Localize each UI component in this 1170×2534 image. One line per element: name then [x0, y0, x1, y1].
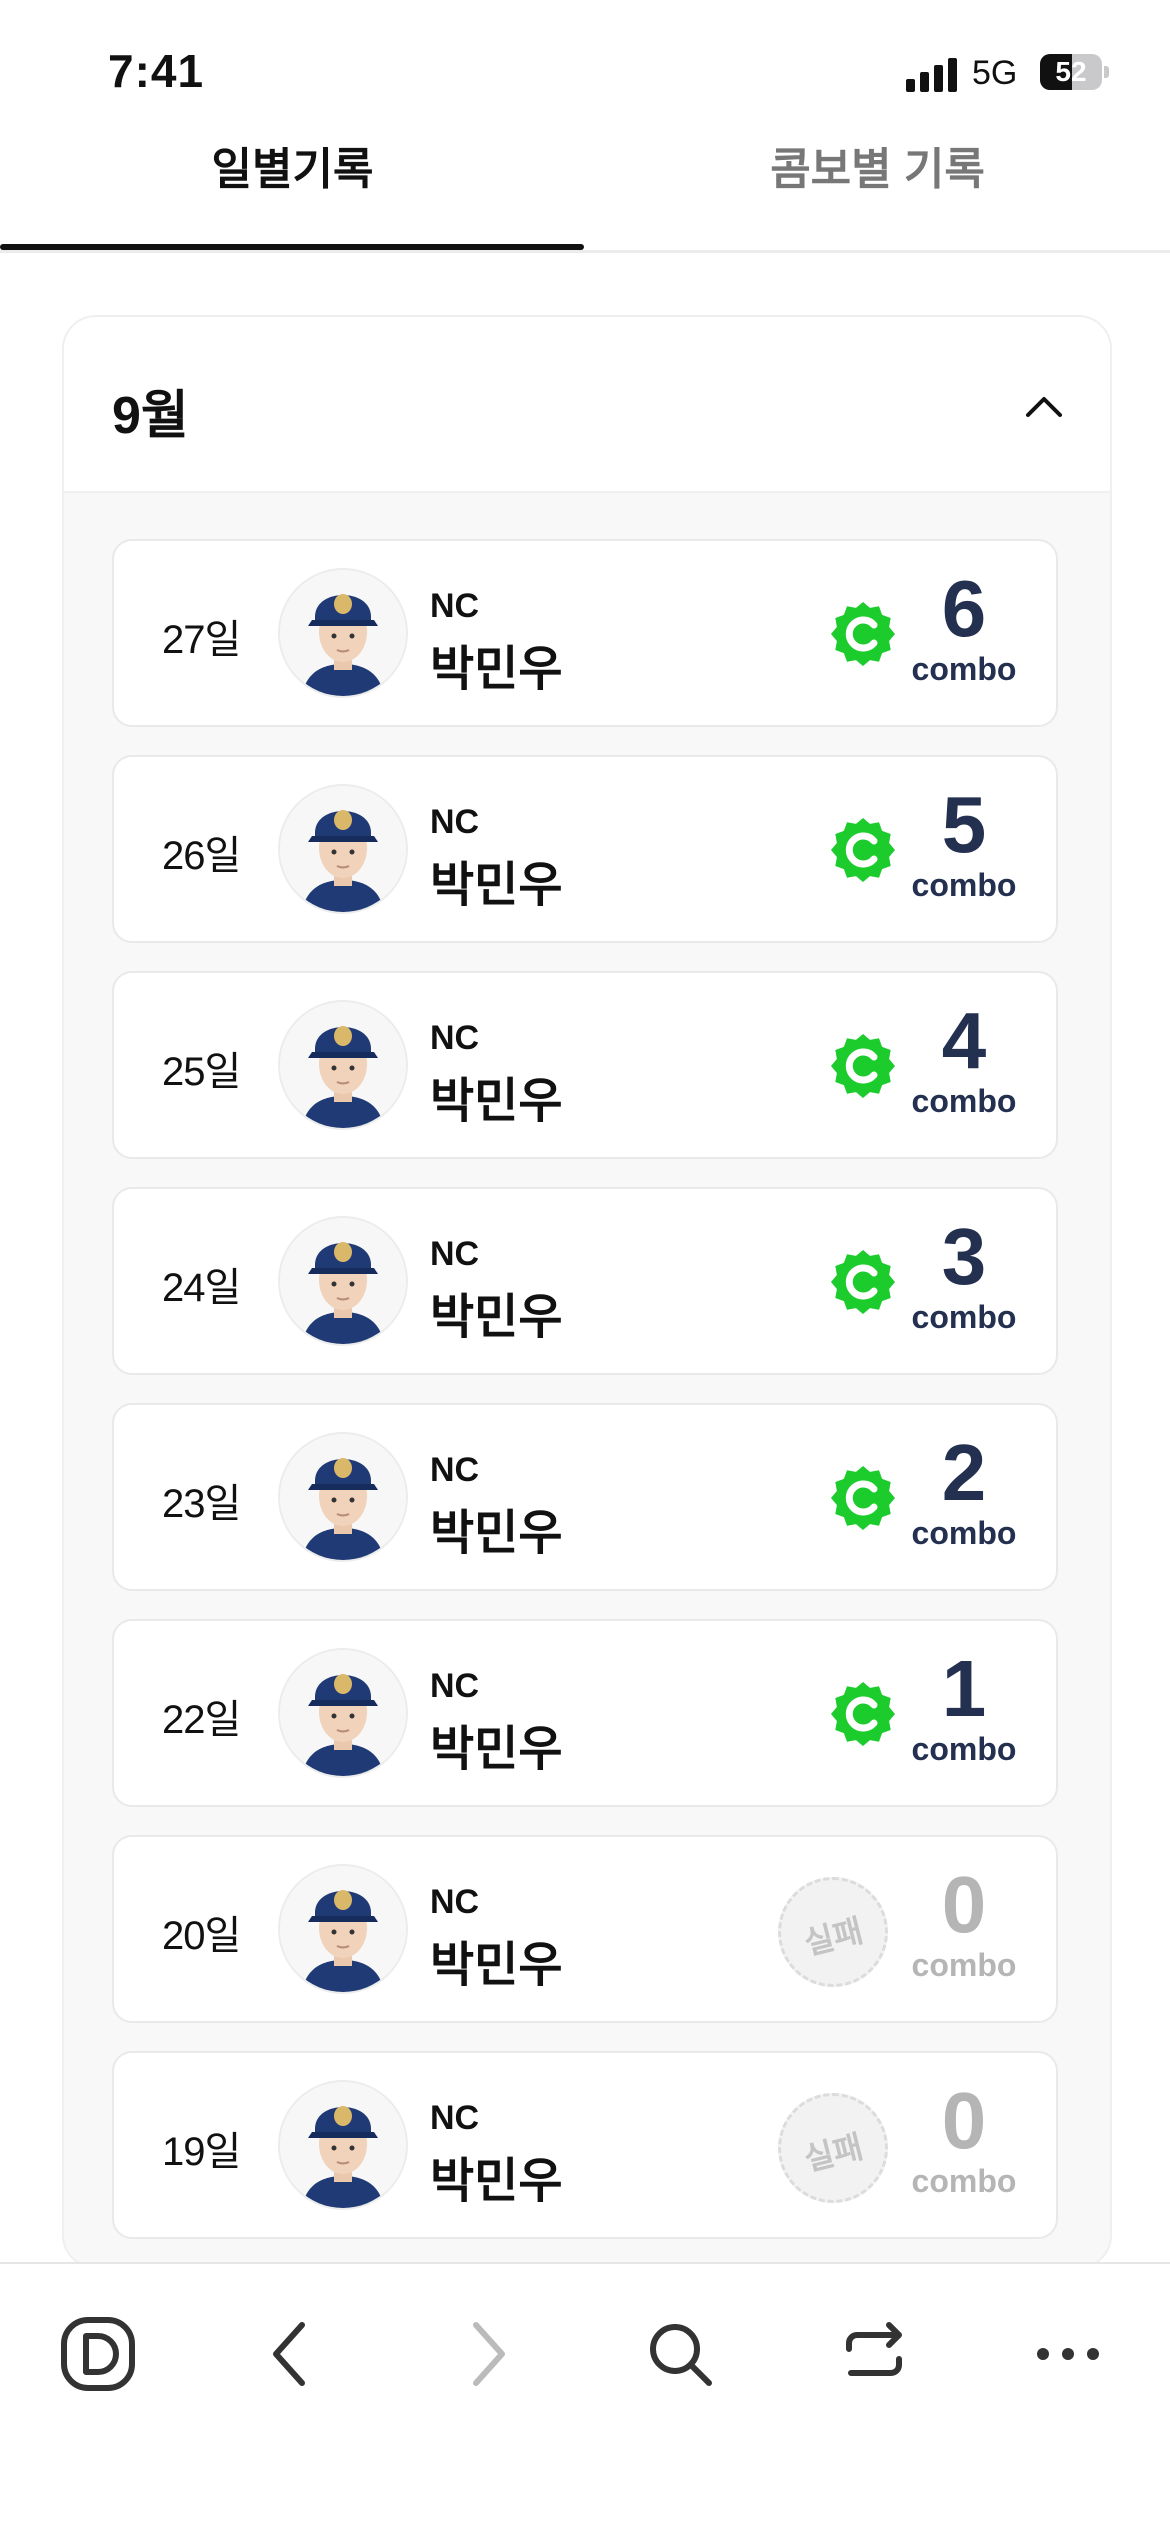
more-icon[interactable] [1018, 2304, 1118, 2404]
status-time: 7:41 [108, 45, 205, 97]
combo-count: 6 [941, 564, 987, 653]
player-name: 박민우 [430, 1507, 563, 1560]
month-title: 9월 [112, 387, 189, 445]
combo-count: 3 [941, 1212, 987, 1301]
month-header[interactable]: 9월 [64, 317, 1110, 493]
record-row[interactable]: 23일 NC 박민우 2 combo [112, 1403, 1058, 1591]
record-date: 25일 [162, 1050, 241, 1094]
player-avatar [278, 1648, 408, 1778]
combo-label: combo [911, 1083, 1017, 1119]
record-date: 20일 [162, 1914, 241, 1958]
record-row[interactable]: 25일 NC 박민우 4 combo [112, 971, 1058, 1159]
player-name: 박민우 [430, 1939, 563, 1992]
switch-icon[interactable] [824, 2304, 924, 2404]
team-name: NC [430, 1019, 480, 1057]
combo-label: combo [911, 1299, 1017, 1335]
forward-icon[interactable] [436, 2304, 536, 2404]
tab-combo-records[interactable]: 콤보별 기록 [585, 130, 1170, 250]
combo-label: combo [911, 1947, 1017, 1983]
record-date: 23일 [162, 1482, 241, 1526]
chevron-up-icon[interactable] [1014, 377, 1074, 437]
team-name: NC [430, 1451, 480, 1489]
record-date: 26일 [162, 834, 241, 878]
record-row[interactable]: 26일 NC 박민우 5 combo [112, 755, 1058, 943]
fail-label: 실패 [800, 2128, 867, 2178]
record-row[interactable]: 22일 NC 박민우 1 combo [112, 1619, 1058, 1807]
team-name: NC [430, 2099, 480, 2137]
network-type: 5G [972, 54, 1018, 92]
record-date: 22일 [162, 1698, 241, 1742]
daum-icon[interactable] [48, 2304, 148, 2404]
player-name: 박민우 [430, 1075, 563, 1128]
record-row[interactable]: 24일 NC 박민우 3 combo [112, 1187, 1058, 1375]
combo-count: 2 [941, 1428, 987, 1517]
combo-badge-icon [830, 601, 896, 667]
player-name: 박민우 [430, 643, 563, 696]
combo-label: combo [911, 867, 1017, 903]
player-name: 박민우 [430, 1723, 563, 1776]
record-date: 19일 [162, 2130, 241, 2174]
team-name: NC [430, 1235, 480, 1273]
battery-cap [1104, 66, 1109, 78]
browser-toolbar [0, 2262, 1170, 2534]
combo-label: combo [911, 1731, 1017, 1767]
combo-count: 1 [941, 1644, 987, 1733]
player-name: 박민우 [430, 859, 563, 912]
combo-count: 0 [941, 2076, 987, 2165]
battery-icon: 52 [1040, 54, 1102, 90]
combo-badge-icon [830, 1033, 896, 1099]
record-date: 27일 [162, 618, 241, 662]
fail-badge: 실패 [778, 1877, 888, 1987]
combo-label: combo [911, 2163, 1017, 2199]
player-avatar [278, 1000, 408, 1130]
player-avatar [278, 784, 408, 914]
player-avatar [278, 1864, 408, 1994]
team-name: NC [430, 587, 480, 625]
player-avatar [278, 1432, 408, 1562]
player-avatar [278, 568, 408, 698]
combo-count: 0 [941, 1860, 987, 1949]
combo-count: 5 [941, 780, 987, 869]
combo-count: 4 [941, 996, 987, 1085]
month-section: 9월 27일 NC 박민우 6 combo 26일 NC 박민우 5 combo… [62, 315, 1112, 2269]
record-date: 24일 [162, 1266, 241, 1310]
battery-level: 52 [1055, 56, 1087, 87]
tab-daily-records[interactable]: 일별기록 [0, 130, 585, 250]
team-name: NC [430, 1667, 480, 1705]
search-icon[interactable] [630, 2304, 730, 2404]
combo-label: combo [911, 651, 1017, 687]
combo-badge-icon [830, 817, 896, 883]
combo-badge-icon [830, 1681, 896, 1747]
back-icon[interactable] [242, 2304, 342, 2404]
combo-badge-icon [830, 1465, 896, 1531]
player-avatar [278, 2080, 408, 2210]
status-bar: 7:41 5G 52 [0, 0, 1170, 130]
fail-badge: 실패 [778, 2093, 888, 2203]
signal-icon [906, 58, 960, 92]
combo-badge-icon [830, 1249, 896, 1315]
record-row[interactable]: 20일 NC 박민우 실패 0 combo [112, 1835, 1058, 2023]
player-name: 박민우 [430, 2155, 563, 2208]
team-name: NC [430, 803, 480, 841]
team-name: NC [430, 1883, 480, 1921]
record-row[interactable]: 27일 NC 박민우 6 combo [112, 539, 1058, 727]
combo-label: combo [911, 1515, 1017, 1551]
tab-indicator [0, 244, 584, 250]
record-row[interactable]: 19일 NC 박민우 실패 0 combo [112, 2051, 1058, 2239]
player-avatar [278, 1216, 408, 1346]
player-name: 박민우 [430, 1291, 563, 1344]
tab-bar: 일별기록 콤보별 기록 [0, 130, 1170, 253]
fail-label: 실패 [800, 1912, 867, 1962]
